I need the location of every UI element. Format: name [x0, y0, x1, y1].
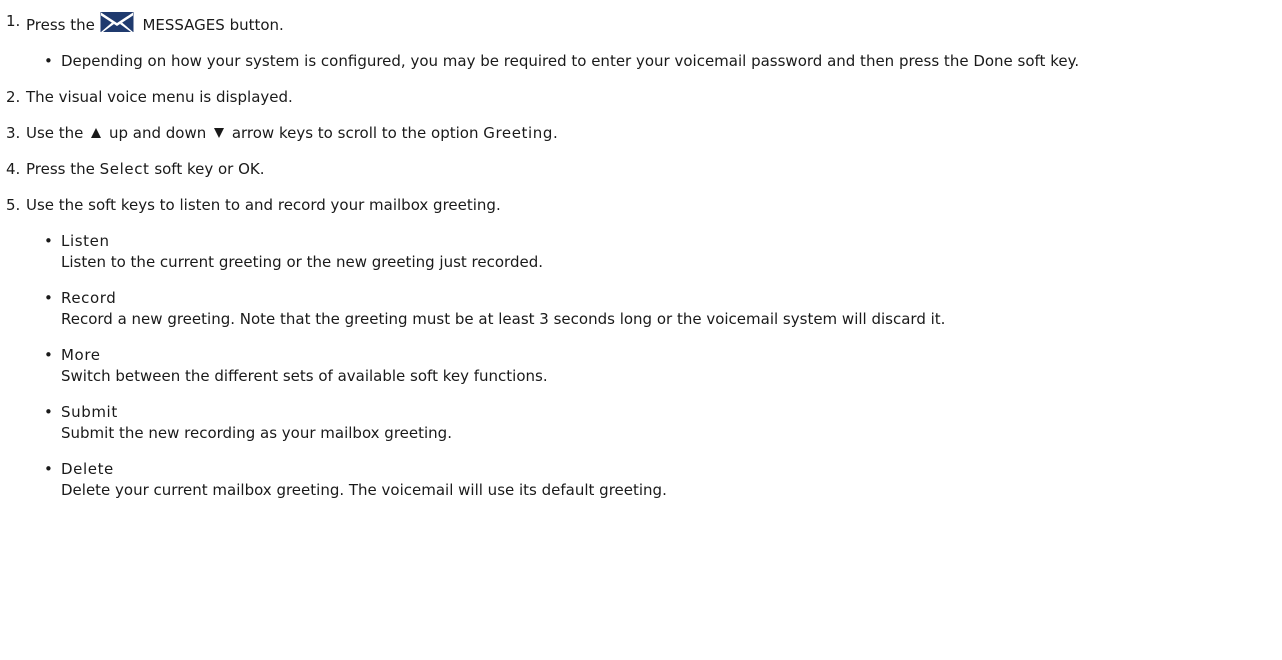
step-text-post: arrow keys to scroll to the option	[231, 124, 479, 142]
soft-key-item-listen: • Listen Listen to the current greeting …	[6, 231, 1282, 273]
soft-key-list: • Listen Listen to the current greeting …	[6, 231, 1282, 501]
step-text-mid: up and down	[108, 124, 207, 142]
step-text-pre: Press the	[26, 16, 95, 34]
bullet: •	[44, 346, 53, 364]
step-1: 1. Press the MESSAGES button.	[6, 11, 1282, 36]
soft-key-description: Listen to the current greeting or the ne…	[61, 253, 543, 271]
list-item-text: Depending on how your system is configur…	[61, 52, 1080, 70]
step-5: 5. Use the soft keys to listen to and re…	[6, 195, 1282, 216]
step-text: The visual voice menu is displayed.	[26, 88, 293, 106]
soft-key-title: Listen	[61, 232, 110, 250]
step-text-end: .	[553, 124, 558, 142]
soft-key-select: Select	[99, 160, 150, 178]
bullet: •	[44, 403, 53, 421]
soft-key-item-delete: • Delete Delete your current mailbox gre…	[6, 459, 1282, 501]
down-arrow-icon	[214, 128, 225, 138]
step-text-pre: Use the	[26, 124, 84, 142]
up-arrow-icon	[91, 128, 102, 138]
step-number: 2.	[6, 88, 21, 106]
document-page: 1. Press the MESSAGES button. • Dependin…	[0, 0, 1282, 501]
step-text: Press the Select soft key or OK.	[26, 159, 1282, 180]
list-item: • Depending on how your system is config…	[6, 51, 1282, 72]
bullet: •	[44, 232, 53, 250]
soft-key-item-record: • Record Record a new greeting. Note tha…	[6, 288, 1282, 330]
step-text-pre: Press the	[26, 160, 95, 178]
soft-key-item-submit: • Submit Submit the new recording as you…	[6, 402, 1282, 444]
step-number: 3.	[6, 124, 21, 142]
step-1-sublist: • Depending on how your system is config…	[6, 51, 1282, 72]
option-greeting: Greeting	[483, 124, 554, 142]
soft-key-item-more: • More Switch between the different sets…	[6, 345, 1282, 387]
soft-key-title: Delete	[61, 460, 114, 478]
soft-key-title: More	[61, 346, 101, 364]
soft-key-description: Submit the new recording as your mailbox…	[61, 424, 452, 442]
step-text-post: MESSAGES button.	[142, 16, 284, 34]
soft-key-title: Submit	[61, 403, 118, 421]
step-text: Use the soft keys to listen to and recor…	[26, 196, 501, 214]
step-4: 4. Press the Select soft key or OK.	[6, 159, 1282, 180]
step-text: Use the up and down arrow keys to scroll…	[26, 123, 1282, 144]
bullet: •	[44, 289, 53, 307]
step-3: 3. Use the up and down arrow keys to scr…	[6, 123, 1282, 144]
step-text-post: soft key or OK.	[154, 160, 265, 178]
soft-key-title: Record	[61, 289, 117, 307]
messages-envelope-icon	[100, 12, 134, 32]
step-number: 5.	[6, 196, 21, 214]
soft-key-description: Record a new greeting. Note that the gre…	[61, 310, 946, 328]
step-number: 4.	[6, 160, 21, 178]
step-number: 1.	[6, 12, 21, 30]
bullet: •	[44, 52, 53, 70]
step-2: 2. The visual voice menu is displayed.	[6, 87, 1282, 108]
step-text: Press the MESSAGES button.	[26, 11, 1282, 36]
soft-key-description: Delete your current mailbox greeting. Th…	[61, 481, 667, 499]
bullet: •	[44, 460, 53, 478]
soft-key-description: Switch between the different sets of ava…	[61, 367, 548, 385]
